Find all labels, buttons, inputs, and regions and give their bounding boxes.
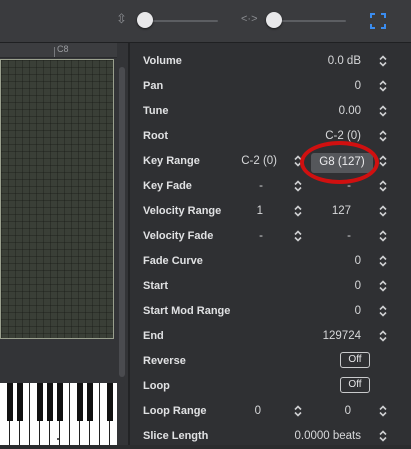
toolbar: ⇳ <·> bbox=[0, 0, 411, 43]
stepper-high-icon[interactable] bbox=[378, 154, 388, 168]
toggle-button[interactable]: Off bbox=[340, 352, 370, 368]
param-value[interactable]: 0 bbox=[355, 255, 361, 267]
horizontal-zoom-slider-knob[interactable] bbox=[266, 12, 282, 28]
param-value[interactable]: 0.0 dB bbox=[328, 55, 361, 67]
param-row-pan: Pan 0 bbox=[130, 74, 411, 99]
param-value-high[interactable]: 127 bbox=[332, 205, 351, 217]
vertical-scrollbar[interactable] bbox=[119, 67, 125, 377]
param-label: Key Fade bbox=[143, 180, 192, 192]
black-key[interactable] bbox=[87, 383, 93, 421]
param-label: Fade Curve bbox=[143, 255, 203, 267]
param-value[interactable]: 0.0000 beats bbox=[294, 430, 361, 442]
param-row-end: End 129724 bbox=[130, 324, 411, 349]
ruler-tick bbox=[54, 47, 55, 57]
param-label: Pan bbox=[143, 80, 164, 92]
param-value[interactable]: 129724 bbox=[323, 330, 361, 342]
param-value[interactable]: 0.00 bbox=[339, 105, 361, 117]
stepper-high-icon[interactable] bbox=[378, 179, 388, 193]
param-row-fade-curve: Fade Curve 0 bbox=[130, 249, 411, 274]
stepper-icon[interactable] bbox=[378, 329, 388, 343]
param-label: Start bbox=[143, 280, 169, 292]
param-label: End bbox=[143, 330, 164, 342]
param-row-velocity-fade: Velocity Fade - - bbox=[130, 224, 411, 249]
param-label: Loop bbox=[143, 380, 170, 392]
stepper-icon[interactable] bbox=[378, 104, 388, 118]
stepper-low-icon[interactable] bbox=[293, 204, 303, 218]
vertical-zoom-slider-knob[interactable] bbox=[137, 12, 153, 28]
stepper-icon[interactable] bbox=[378, 304, 388, 318]
param-value-high[interactable]: 0 bbox=[345, 405, 351, 417]
black-key[interactable] bbox=[17, 383, 23, 421]
param-row-loop: Loop Off bbox=[130, 374, 411, 399]
stepper-low-icon[interactable] bbox=[293, 229, 303, 243]
param-label: Root bbox=[143, 130, 169, 142]
stepper-high-icon[interactable] bbox=[378, 404, 388, 418]
stepper-low-icon[interactable] bbox=[293, 179, 303, 193]
zone-parameters-panel: Volume 0.0 dB Pan 0 Tune 0.00 Root C-2 (0) Key R… bbox=[130, 43, 411, 445]
param-value-low[interactable]: - bbox=[259, 180, 263, 192]
black-key[interactable] bbox=[7, 383, 13, 421]
param-row-volume: Volume 0.0 dB bbox=[130, 49, 411, 74]
param-value-low[interactable]: C-2 (0) bbox=[241, 155, 277, 167]
stepper-icon[interactable] bbox=[378, 429, 388, 443]
param-label: Velocity Fade bbox=[143, 230, 214, 242]
key-mapping-panel: C8 bbox=[0, 43, 128, 445]
param-label: Slice Length bbox=[143, 430, 209, 442]
ruler-label-c8: C8 bbox=[57, 44, 69, 54]
black-key[interactable] bbox=[47, 383, 53, 421]
param-row-slice-length: Slice Length 0.0000 beats bbox=[130, 424, 411, 449]
param-row-reverse: Reverse Off bbox=[130, 349, 411, 374]
stepper-high-icon[interactable] bbox=[378, 229, 388, 243]
param-value-low[interactable]: - bbox=[259, 230, 263, 242]
param-row-velocity-range: Velocity Range 1 127 bbox=[130, 199, 411, 224]
horizontal-zoom-icon: <·> bbox=[241, 13, 258, 25]
zone-mapping-grid[interactable] bbox=[0, 59, 114, 339]
black-key[interactable] bbox=[57, 383, 63, 421]
param-value-high[interactable]: - bbox=[347, 230, 351, 242]
param-label: Volume bbox=[143, 55, 182, 67]
vertical-zoom-icon: ⇳ bbox=[116, 11, 127, 26]
stepper-icon[interactable] bbox=[378, 279, 388, 293]
stepper-icon[interactable] bbox=[378, 254, 388, 268]
param-row-tune: Tune 0.00 bbox=[130, 99, 411, 124]
stepper-icon[interactable] bbox=[378, 54, 388, 68]
param-label: Tune bbox=[143, 105, 169, 117]
black-key[interactable] bbox=[77, 383, 83, 421]
param-label: Loop Range bbox=[143, 405, 207, 417]
toggle-button[interactable]: Off bbox=[340, 377, 370, 393]
param-row-start: Start 0 bbox=[130, 274, 411, 299]
black-key[interactable] bbox=[37, 383, 43, 421]
param-label: Start Mod Range bbox=[143, 305, 231, 317]
param-value-low[interactable]: 1 bbox=[257, 205, 263, 217]
stepper-icon[interactable] bbox=[378, 79, 388, 93]
annotation-circle bbox=[300, 141, 379, 184]
param-label: Key Range bbox=[143, 155, 200, 167]
fit-to-window-icon[interactable] bbox=[370, 13, 386, 29]
param-row-root: Root C-2 (0) bbox=[130, 124, 411, 149]
param-label: Velocity Range bbox=[143, 205, 222, 217]
param-row-start-mod-range: Start Mod Range 0 bbox=[130, 299, 411, 324]
piano-keyboard[interactable] bbox=[0, 383, 117, 445]
param-value[interactable]: 0 bbox=[355, 280, 361, 292]
stepper-icon[interactable] bbox=[378, 129, 388, 143]
param-row-key-fade: Key Fade - - bbox=[130, 174, 411, 199]
stepper-high-icon[interactable] bbox=[378, 204, 388, 218]
key-ruler: C8 bbox=[0, 43, 117, 58]
param-label: Reverse bbox=[143, 355, 186, 367]
param-value-low[interactable]: 0 bbox=[255, 405, 261, 417]
black-key[interactable] bbox=[107, 383, 113, 421]
param-value[interactable]: 0 bbox=[355, 80, 361, 92]
param-row-loop-range: Loop Range 0 0 bbox=[130, 399, 411, 424]
param-value[interactable]: 0 bbox=[355, 305, 361, 317]
stepper-low-icon[interactable] bbox=[293, 404, 303, 418]
